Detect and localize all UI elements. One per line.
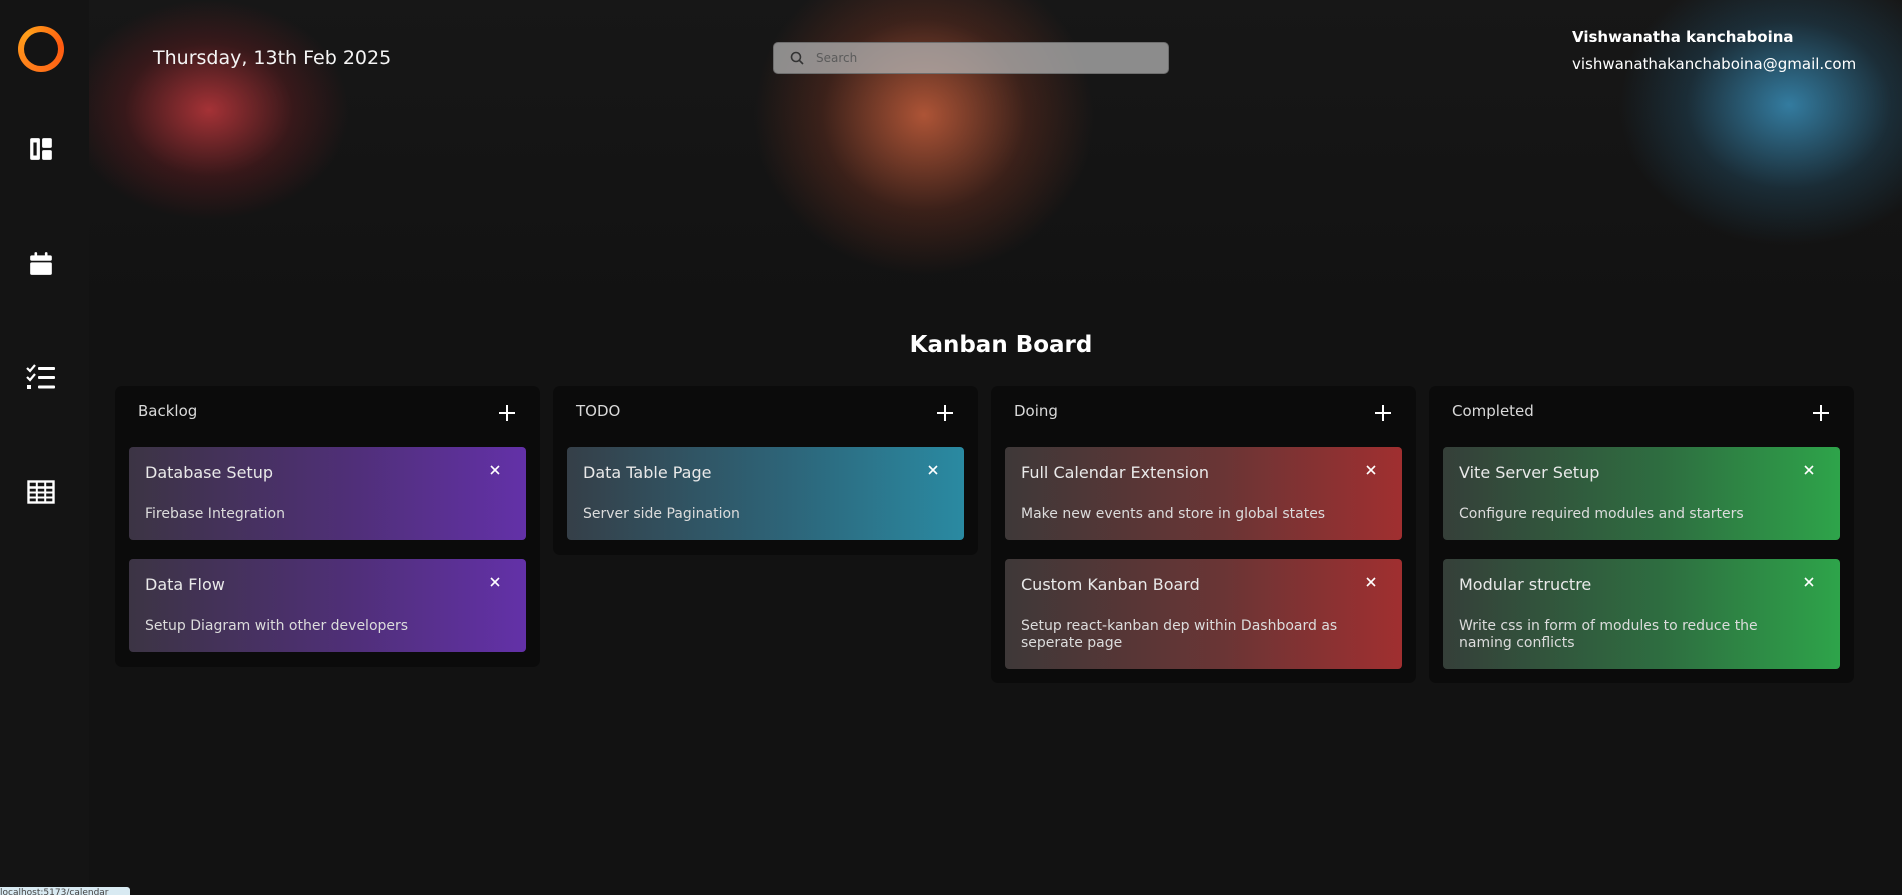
close-icon[interactable]: [1364, 463, 1378, 477]
search-bar[interactable]: [773, 42, 1169, 74]
user-name: Vishwanatha kanchaboina: [1572, 28, 1794, 46]
current-date: Thursday, 13th Feb 2025: [153, 47, 392, 69]
kanban-card[interactable]: Data Table Page Server side Pagination: [567, 447, 964, 540]
close-icon[interactable]: [1364, 575, 1378, 589]
kanban-column-backlog: Backlog Database Setup Firebase Integrat…: [115, 386, 540, 667]
card-title: Database Setup: [145, 463, 273, 482]
table-grid-icon[interactable]: [24, 475, 58, 509]
close-icon[interactable]: [1802, 575, 1816, 589]
kanban-card[interactable]: Custom Kanban Board Setup react-kanban d…: [1005, 559, 1402, 669]
column-title: Doing: [1014, 402, 1058, 420]
kanban-card[interactable]: Full Calendar Extension Make new events …: [1005, 447, 1402, 540]
kanban-column-completed: Completed Vite Server Setup Configure re…: [1429, 386, 1854, 683]
card-title: Data Flow: [145, 575, 225, 594]
user-profile: Vishwanatha kanchaboina vishwanathakanch…: [1572, 28, 1856, 73]
calendar-icon[interactable]: [24, 247, 58, 281]
main-content: Thursday, 13th Feb 2025 Vishwanatha kanc…: [89, 0, 1902, 895]
close-icon[interactable]: [1802, 463, 1816, 477]
card-description: Make new events and store in global stat…: [1021, 506, 1326, 522]
card-title: Modular structre: [1459, 575, 1592, 594]
kanban-card[interactable]: Vite Server Setup Configure required mod…: [1443, 447, 1840, 540]
kanban-column-doing: Doing Full Calendar Extension Make new e…: [991, 386, 1416, 683]
card-title: Vite Server Setup: [1459, 463, 1600, 482]
page-title: Kanban Board: [909, 332, 1093, 358]
app-logo[interactable]: [18, 26, 64, 72]
browser-status-bar: localhost:5173/calendar: [0, 887, 130, 895]
column-title: Completed: [1452, 402, 1534, 420]
column-title: TODO: [576, 402, 621, 420]
card-description: Firebase Integration: [145, 506, 285, 522]
add-card-icon[interactable]: [496, 402, 518, 424]
close-icon[interactable]: [488, 463, 502, 477]
kanban-card[interactable]: Data Flow Setup Diagram with other devel…: [129, 559, 526, 652]
close-icon[interactable]: [488, 575, 502, 589]
kanban-card[interactable]: Modular structre Write css in form of mo…: [1443, 559, 1840, 669]
card-description: Write css in form of modules to reduce t…: [1459, 618, 1758, 651]
card-description: Setup react-kanban dep within Dashboard …: [1021, 618, 1338, 651]
add-card-icon[interactable]: [1810, 402, 1832, 424]
search-icon: [790, 51, 804, 65]
close-icon[interactable]: [926, 463, 940, 477]
card-description: Configure required modules and starters: [1459, 506, 1744, 522]
card-description: Setup Diagram with other developers: [145, 618, 409, 634]
card-title: Data Table Page: [583, 463, 712, 482]
dashboard-icon[interactable]: [24, 132, 58, 166]
kanban-column-todo: TODO Data Table Page Server side Paginat…: [553, 386, 978, 555]
kanban-card[interactable]: Database Setup Firebase Integration: [129, 447, 526, 540]
user-email: vishwanathakanchaboina@gmail.com: [1572, 55, 1857, 73]
card-title: Full Calendar Extension: [1021, 463, 1210, 482]
column-title: Backlog: [138, 402, 198, 420]
card-description: Server side Pagination: [583, 506, 740, 522]
add-card-icon[interactable]: [1372, 402, 1394, 424]
add-card-icon[interactable]: [934, 402, 956, 424]
header-banner: Thursday, 13th Feb 2025 Vishwanatha kanc…: [89, 0, 1902, 316]
card-title: Custom Kanban Board: [1021, 575, 1200, 594]
checklist-icon[interactable]: [24, 361, 58, 395]
search-input[interactable]: [814, 50, 1158, 66]
sidebar: [0, 0, 89, 895]
